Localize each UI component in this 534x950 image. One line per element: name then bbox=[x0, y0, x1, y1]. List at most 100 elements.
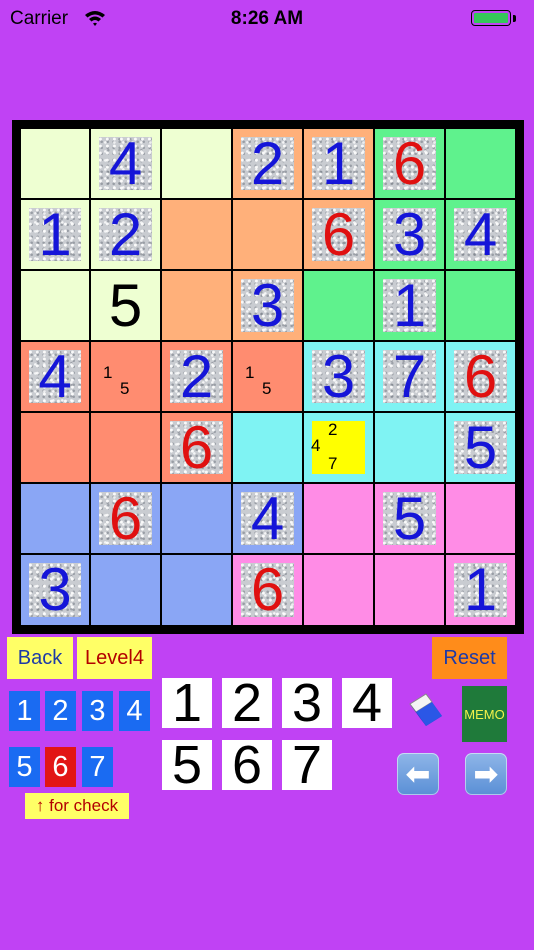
eraser-icon[interactable] bbox=[404, 686, 448, 734]
number-key-7[interactable]: 7 bbox=[282, 735, 332, 795]
grid-cell[interactable]: 4 bbox=[446, 200, 515, 269]
grid-cell[interactable]: 4 bbox=[91, 129, 160, 198]
grid-cell[interactable] bbox=[162, 129, 231, 198]
grid-cell[interactable] bbox=[233, 200, 302, 269]
grid-cell[interactable]: 5 bbox=[375, 484, 444, 553]
grid-cell[interactable]: 15 bbox=[233, 342, 302, 411]
grid-cell[interactable] bbox=[91, 555, 160, 625]
number-key-5[interactable]: 5 bbox=[162, 735, 212, 795]
memo-digit: 2 bbox=[328, 420, 338, 439]
grid-cell[interactable]: 1 bbox=[304, 129, 373, 198]
check-number-1[interactable]: 1 bbox=[9, 691, 40, 731]
grid-cell[interactable]: 4 bbox=[233, 484, 302, 553]
cell-digit: 6 bbox=[179, 413, 214, 481]
check-number-5[interactable]: 5 bbox=[9, 747, 40, 787]
grid-cell[interactable] bbox=[21, 129, 89, 198]
grid-cell[interactable] bbox=[304, 271, 373, 340]
puzzle-board: 42161263453141521537662475645361 bbox=[12, 120, 524, 634]
right-arrow-button[interactable]: ➡ bbox=[465, 753, 507, 795]
grid-cell[interactable] bbox=[233, 413, 302, 482]
cell-digit: 1 bbox=[321, 129, 356, 197]
grid-cell[interactable]: 6 bbox=[91, 484, 160, 553]
grid-cell[interactable] bbox=[91, 413, 160, 482]
grid-cell[interactable]: 3 bbox=[233, 271, 302, 340]
check-number-7[interactable]: 7 bbox=[82, 747, 113, 787]
reset-button[interactable]: Reset bbox=[432, 637, 507, 679]
grid-cell[interactable] bbox=[446, 129, 515, 198]
check-number-6[interactable]: 6 bbox=[45, 747, 76, 787]
cell-digit: 2 bbox=[179, 342, 214, 410]
grid-cell[interactable] bbox=[21, 413, 89, 482]
grid-cell[interactable] bbox=[162, 555, 231, 625]
cell-digit: 5 bbox=[108, 271, 143, 339]
grid-cell[interactable]: 1 bbox=[446, 555, 515, 625]
number-key-2[interactable]: 2 bbox=[222, 673, 272, 733]
level-button[interactable]: Level4 bbox=[77, 637, 152, 679]
grid-cell[interactable]: 6 bbox=[233, 555, 302, 625]
number-key-4[interactable]: 4 bbox=[342, 673, 392, 733]
grid-cell[interactable]: 15 bbox=[91, 342, 160, 411]
grid-cell[interactable]: 3 bbox=[304, 342, 373, 411]
grid-cell[interactable]: 1 bbox=[21, 200, 89, 269]
grid-cell[interactable]: 2 bbox=[162, 342, 231, 411]
status-bar: Carrier 8:26 AM bbox=[0, 0, 534, 38]
grid-cell[interactable]: 6 bbox=[162, 413, 231, 482]
grid-cell[interactable]: 5 bbox=[446, 413, 515, 482]
memo-digit: 1 bbox=[245, 363, 255, 382]
check-number-2[interactable]: 2 bbox=[45, 691, 76, 731]
grid-cell[interactable]: 247 bbox=[304, 413, 373, 482]
grid-cell[interactable]: 5 bbox=[91, 271, 160, 340]
right-arrow-icon: ➡ bbox=[473, 757, 499, 791]
cell-digit: 5 bbox=[392, 484, 427, 552]
left-arrow-button[interactable]: ⬅ bbox=[397, 753, 439, 795]
cell-digit: 3 bbox=[392, 200, 427, 268]
grid-cell[interactable]: 3 bbox=[21, 555, 89, 625]
grid-cell[interactable] bbox=[21, 271, 89, 340]
cell-digit: 3 bbox=[38, 556, 72, 623]
grid-cell[interactable] bbox=[446, 271, 515, 340]
grid-cell[interactable]: 7 bbox=[375, 342, 444, 411]
grid-cell[interactable]: 6 bbox=[375, 129, 444, 198]
grid-cell[interactable] bbox=[304, 555, 373, 625]
grid-cell[interactable]: 6 bbox=[304, 200, 373, 269]
cell-digit: 6 bbox=[392, 129, 427, 197]
grid-cell[interactable] bbox=[375, 555, 444, 625]
battery-icon bbox=[471, 10, 511, 26]
cell-digit: 6 bbox=[321, 200, 356, 268]
cell-digit: 4 bbox=[38, 342, 72, 410]
left-arrow-icon: ⬅ bbox=[405, 757, 431, 791]
grid-cell[interactable]: 6 bbox=[446, 342, 515, 411]
cell-digit: 6 bbox=[250, 556, 285, 623]
memo-digit: 5 bbox=[120, 379, 130, 398]
memo-digit: 7 bbox=[328, 454, 338, 473]
memo-button[interactable]: MEMO bbox=[462, 686, 507, 742]
grid-cell[interactable]: 4 bbox=[21, 342, 89, 411]
battery-tip bbox=[513, 15, 516, 22]
memo-digit: 4 bbox=[311, 436, 321, 455]
grid-cell[interactable] bbox=[162, 271, 231, 340]
cell-digit: 1 bbox=[38, 200, 72, 268]
cell-digit: 6 bbox=[463, 342, 498, 410]
grid-cell[interactable] bbox=[446, 484, 515, 553]
memo-digit: 1 bbox=[103, 363, 113, 382]
cell-digit: 3 bbox=[250, 271, 285, 339]
cell-digit: 5 bbox=[463, 413, 498, 481]
check-number-4[interactable]: 4 bbox=[119, 691, 150, 731]
number-key-3[interactable]: 3 bbox=[282, 673, 332, 733]
grid-cell[interactable]: 1 bbox=[375, 271, 444, 340]
grid-cell[interactable]: 2 bbox=[233, 129, 302, 198]
grid-cell[interactable] bbox=[162, 484, 231, 553]
cell-digit: 4 bbox=[250, 484, 285, 552]
back-button[interactable]: Back bbox=[7, 637, 73, 679]
grid-cell[interactable]: 2 bbox=[91, 200, 160, 269]
grid-cell[interactable] bbox=[375, 413, 444, 482]
number-key-1[interactable]: 1 bbox=[162, 673, 212, 733]
number-key-6[interactable]: 6 bbox=[222, 735, 272, 795]
cell-digit: 6 bbox=[108, 484, 143, 552]
grid-cell[interactable] bbox=[21, 484, 89, 553]
grid-cell[interactable] bbox=[162, 200, 231, 269]
grid-cell[interactable]: 3 bbox=[375, 200, 444, 269]
grid-cell[interactable] bbox=[304, 484, 373, 553]
cell-digit: 4 bbox=[108, 129, 143, 197]
check-number-3[interactable]: 3 bbox=[82, 691, 113, 731]
